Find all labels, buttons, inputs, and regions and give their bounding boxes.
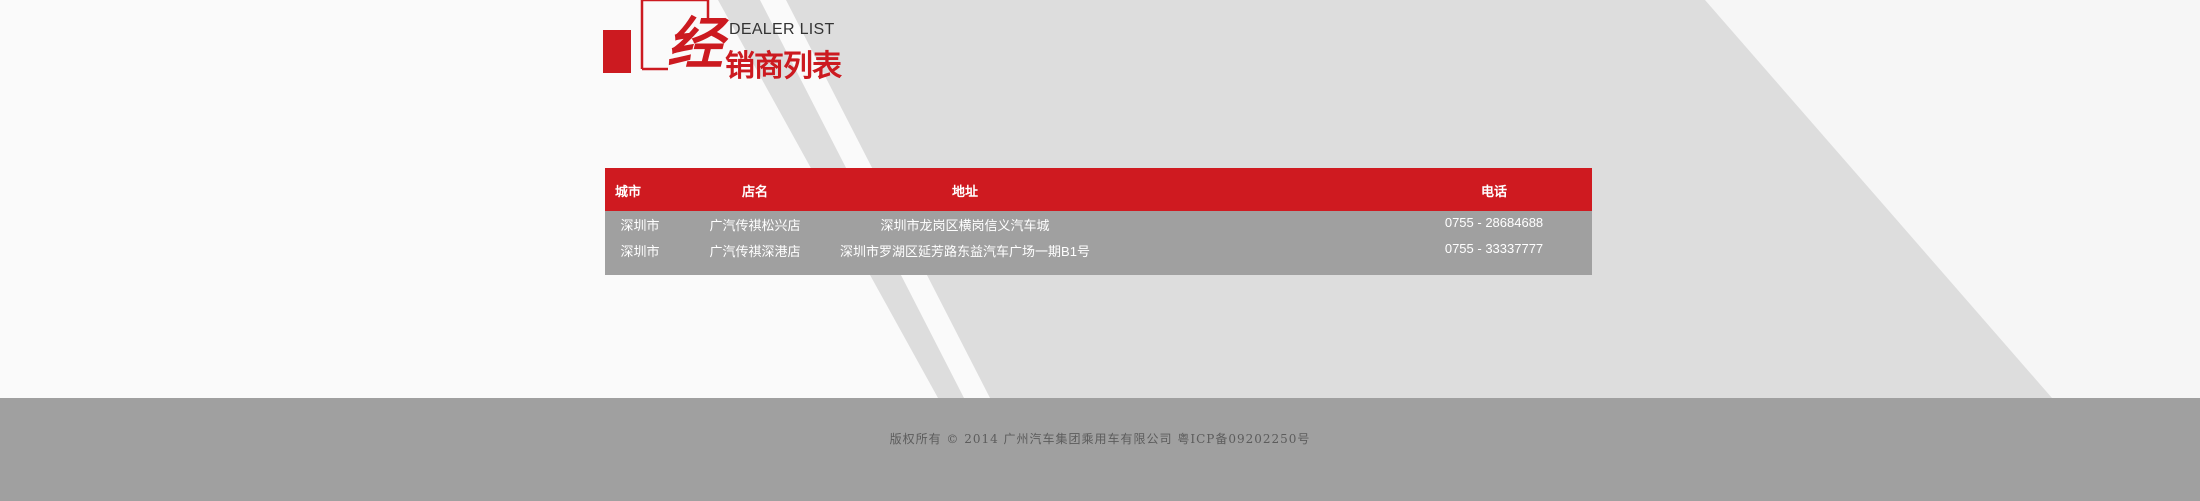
heading-chinese-title: 销商列表 [725,50,842,83]
dealer-table: 城市 店名 地址 电话 深圳市 广汽传祺松兴店 深圳市龙岗区横岗信义汽车城 07… [605,168,1592,275]
table-body: 深圳市 广汽传祺松兴店 深圳市龙岗区横岗信义汽车城 0755 - 2868468… [605,211,1592,275]
column-header-city: 城市 [615,184,642,199]
cell-address: 深圳市龙岗区横岗信义汽车城 [880,218,1050,233]
cell-city: 深圳市 [620,244,660,259]
cell-store-name: 广汽传祺深港店 [709,244,801,259]
heading-accent-bar [603,30,631,73]
table-header-row: 城市 店名 地址 电话 [605,168,1592,211]
column-header-phone: 电话 [1480,184,1507,199]
footer-copyright: 版权所有 © 2014 广州汽车集团乘用车有限公司 粤ICP备09202250号 [889,432,1311,446]
cell-phone: 0755 - 28684688 [1444,215,1544,230]
heading-english-title: DEALER LIST [729,21,835,38]
cell-store-name: 广汽传祺松兴店 [709,218,801,233]
heading-big-char: 经 [667,12,723,75]
cell-address: 深圳市罗湖区延芳路东益汽车广场一期B1号 [840,244,1090,259]
page-footer: 版权所有 © 2014 广州汽车集团乘用车有限公司 粤ICP备09202250号 [0,398,2200,501]
cell-city: 深圳市 [620,218,660,233]
column-header-address: 地址 [951,184,978,199]
cell-phone: 0755 - 33337777 [1444,241,1544,256]
column-header-store-name: 店名 [741,184,768,199]
dealer-list-heading: 经 DEALER LIST 销商列表 [603,0,863,83]
